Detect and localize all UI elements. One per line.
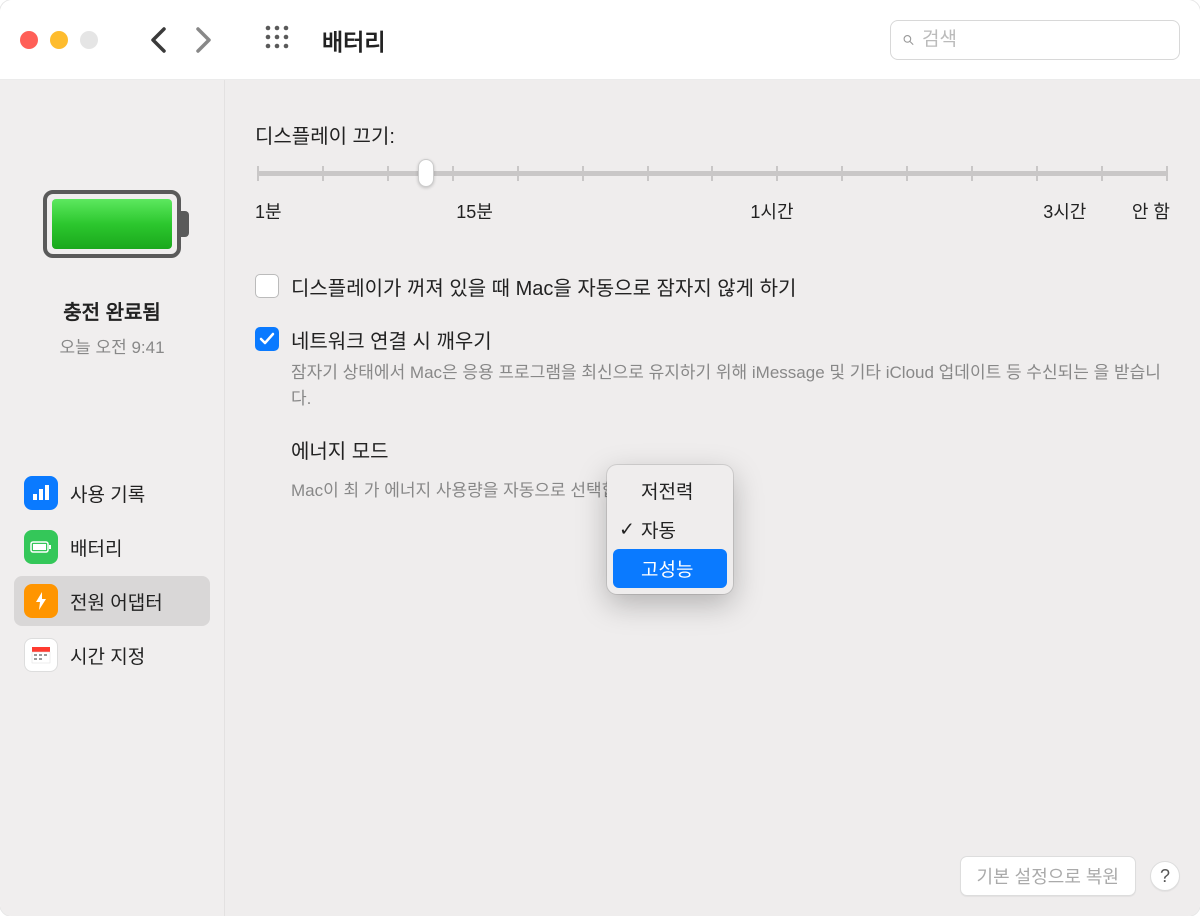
content: 충전 완료됨 오늘 오전 9:41 사용 기록 배터리 (0, 80, 1200, 916)
sidebar-item-usage[interactable]: 사용 기록 (14, 468, 210, 518)
nav-buttons (150, 27, 212, 53)
checkbox-prevent-sleep[interactable] (255, 274, 279, 298)
checkbox-label: 네트워크 연결 시 깨우기 (291, 325, 1170, 354)
bottom-bar: 기본 설정으로 복원 ? (960, 856, 1180, 896)
sidebar-items: 사용 기록 배터리 전원 어댑터 (14, 468, 210, 680)
show-all-icon[interactable] (264, 24, 290, 55)
checkbox-label: 디스플레이가 꺼져 있을 때 Mac을 자동으로 잠자지 않게 하기 (291, 272, 1170, 301)
sidebar-item-label: 전원 어댑터 (70, 588, 163, 615)
window-title: 배터리 (322, 23, 878, 57)
checkbox-row-prevent-sleep: 디스플레이가 꺼져 있을 때 Mac을 자동으로 잠자지 않게 하기 (255, 272, 1170, 301)
sidebar-item-battery[interactable]: 배터리 (14, 522, 210, 572)
zoom-button[interactable] (80, 31, 98, 49)
minimize-button[interactable] (50, 31, 68, 49)
battery-icon (43, 190, 181, 258)
titlebar: 배터리 (0, 0, 1200, 80)
bolt-icon (24, 584, 58, 618)
checkbox-row-wake-network: 네트워크 연결 시 깨우기 잠자기 상태에서 Mac은 응용 프로그램을 최신으… (255, 325, 1170, 411)
close-button[interactable] (20, 31, 38, 49)
battery-small-icon (24, 530, 58, 564)
dropdown-item-low-power[interactable]: 저전력 (613, 471, 727, 510)
forward-button[interactable] (196, 27, 212, 53)
chart-icon (24, 476, 58, 510)
sidebar-item-label: 사용 기록 (70, 480, 145, 507)
slider-label-3hr: 3시간 (1043, 198, 1086, 224)
sidebar-item-label: 배터리 (70, 534, 122, 561)
sidebar-item-label: 시간 지정 (70, 642, 145, 669)
sidebar-item-schedule[interactable]: 시간 지정 (14, 630, 210, 680)
search-icon (903, 30, 914, 50)
energy-mode-dropdown: 저전력 ✓ 자동 고성능 (607, 465, 733, 594)
display-off-label: 디스플레이 끄기: (255, 120, 1170, 149)
search-box[interactable] (890, 20, 1180, 60)
sidebar-item-power-adapter[interactable]: 전원 어댑터 (14, 576, 210, 626)
main-panel: 디스플레이 끄기: 1분 15분 1시간 3시간 안 함 (225, 80, 1200, 916)
slider-thumb[interactable] (418, 159, 434, 187)
dropdown-item-auto[interactable]: ✓ 자동 (613, 510, 727, 549)
window: 배터리 충전 완료됨 오늘 오전 9:41 사용 기록 (0, 0, 1200, 916)
window-controls (20, 31, 98, 49)
battery-visual: 충전 완료됨 오늘 오전 9:41 (14, 190, 210, 358)
help-button[interactable]: ? (1150, 861, 1180, 891)
slider-label-15min: 15분 (456, 198, 493, 224)
check-icon: ✓ (619, 518, 635, 541)
restore-defaults-button[interactable]: 기본 설정으로 복원 (960, 856, 1136, 896)
energy-mode-label: 에너지 모드 (291, 441, 389, 463)
battery-time-label: 오늘 오전 9:41 (59, 333, 164, 358)
battery-fill (52, 199, 172, 249)
sidebar: 충전 완료됨 오늘 오전 9:41 사용 기록 배터리 (0, 80, 225, 916)
dropdown-item-high-performance[interactable]: 고성능 (613, 549, 727, 588)
calendar-icon (24, 638, 58, 672)
checkbox-wake-network[interactable] (255, 327, 279, 351)
slider-label-1min: 1분 (255, 198, 282, 224)
checkbox-description: 잠자기 상태에서 Mac은 응용 프로그램을 최신으로 유지하기 위해 iMes… (291, 360, 1170, 411)
slider-label-never: 안 함 (1132, 198, 1170, 224)
check-icon (259, 332, 275, 346)
search-input[interactable] (922, 29, 1167, 51)
slider-label-1hr: 1시간 (750, 198, 793, 224)
battery-status-label: 충전 완료됨 (63, 296, 161, 325)
back-button[interactable] (150, 27, 166, 53)
display-off-slider[interactable]: 1분 15분 1시간 3시간 안 함 (255, 171, 1170, 222)
